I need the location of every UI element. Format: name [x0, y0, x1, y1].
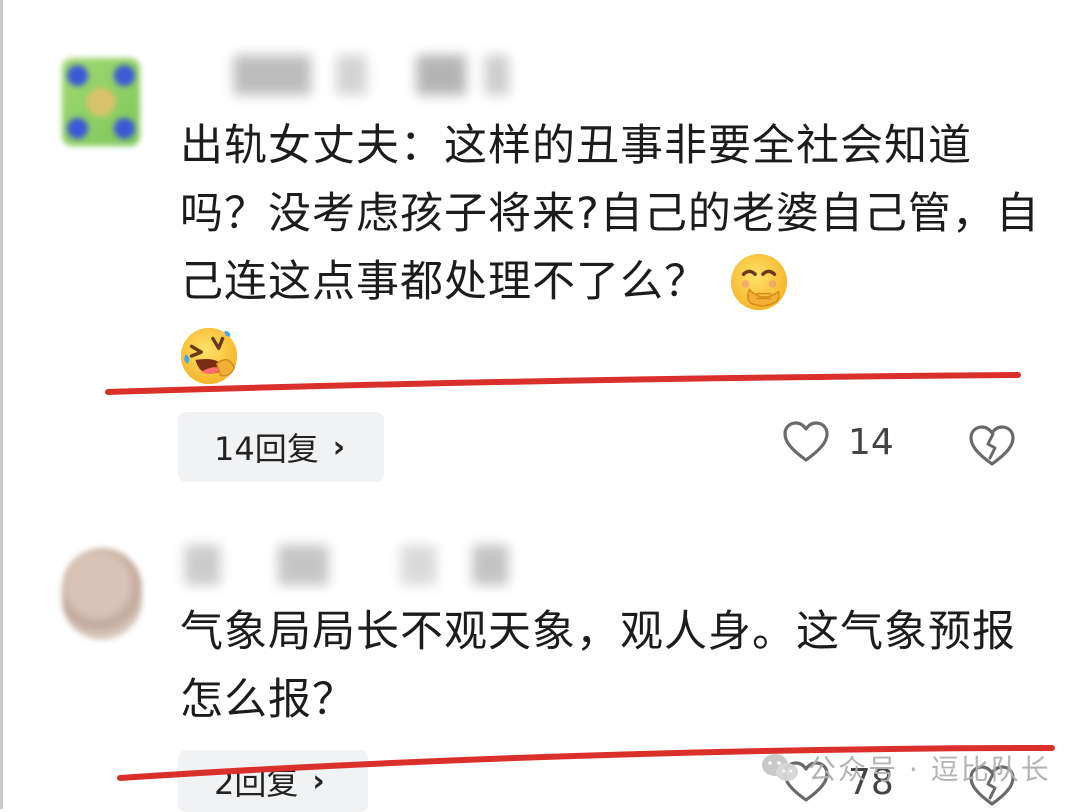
reply-count-label: 14回复 — [214, 430, 319, 468]
comment-body: 气象局局长不观天象，观人身。这气象预报怎么报？ — [180, 607, 1016, 725]
comment-text: 出轨女丈夫：这样的丑事非要全社会知道吗？没考虑孩子将来?自己的老婆自己管，自己连… — [180, 112, 1040, 316]
broken-heart-icon — [969, 425, 1015, 466]
view-replies-button[interactable]: 14回复 › — [178, 412, 384, 482]
watermark-text: 公众号 · 逗比队长 — [808, 753, 1051, 786]
comment-text: 气象局局长不观天象，观人身。这气象预报怎么报？ — [180, 598, 1040, 734]
avatar[interactable] — [62, 548, 142, 640]
dislike-button[interactable] — [968, 424, 1016, 468]
like-count: 14 — [848, 421, 894, 463]
chevron-right-icon: › — [332, 429, 346, 465]
comment-body: 出轨女丈夫：这样的丑事非要全社会知道吗？没考虑孩子将来?自己的老婆自己管，自己连… — [180, 121, 1040, 307]
chevron-right-icon: › — [312, 763, 325, 799]
heart-icon — [782, 420, 830, 464]
wechat-icon — [760, 751, 800, 785]
reply-count-label: 2回复 — [214, 764, 299, 802]
username-blurred[interactable] — [170, 545, 530, 585]
username-blurred[interactable] — [218, 55, 528, 95]
like-button[interactable]: 14 — [782, 420, 894, 464]
comment-item: 出轨女丈夫：这样的丑事非要全社会知道吗？没考虑孩子将来?自己的老婆自己管，自己连… — [0, 0, 1080, 500]
view-replies-button[interactable]: 2回复 › — [178, 750, 368, 812]
rolling-laughing-icon — [178, 325, 240, 387]
avatar[interactable] — [62, 58, 140, 146]
face-with-hand-over-mouth-icon — [728, 251, 790, 313]
watermark: 公众号 · 逗比队长 — [760, 748, 1051, 788]
